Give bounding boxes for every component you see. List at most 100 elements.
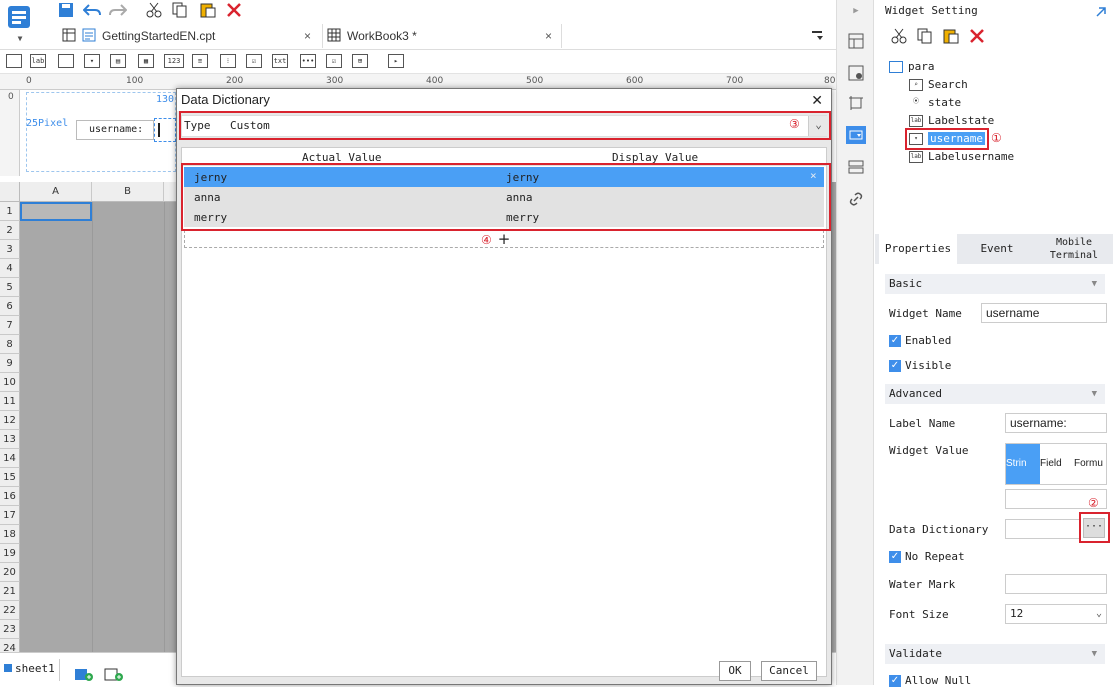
- tree-node-labelstate[interactable]: lab Labelstate: [909, 114, 994, 127]
- row-header[interactable]: 22: [0, 601, 20, 620]
- date-widget-icon[interactable]: ▤: [110, 54, 126, 68]
- save-icon[interactable]: [56, 0, 76, 20]
- type-formula-button[interactable]: Formu: [1074, 444, 1108, 484]
- row-header[interactable]: 24: [0, 639, 20, 652]
- row-header[interactable]: 5: [0, 278, 20, 297]
- visible-checkbox[interactable]: ✓ Visible: [889, 359, 951, 372]
- tab-workbook3[interactable]: WorkBook3 * ×: [322, 24, 562, 48]
- close-tab-icon[interactable]: ×: [304, 29, 311, 43]
- redo-icon[interactable]: [108, 0, 128, 20]
- label-name-input[interactable]: username:: [1005, 413, 1107, 433]
- enabled-checkbox[interactable]: ✓ Enabled: [889, 334, 951, 347]
- selected-cell-a1[interactable]: [20, 202, 92, 221]
- tab-gettingstarted[interactable]: GettingStartedEN.cpt ×: [62, 24, 322, 48]
- more-widget-icon[interactable]: ▸: [388, 54, 404, 68]
- calendar-widget-icon[interactable]: ▦: [138, 54, 154, 68]
- add-dashboard-sheet-icon[interactable]: [104, 665, 124, 685]
- hyperlink-icon[interactable]: [846, 190, 866, 208]
- close-tab-icon[interactable]: ×: [545, 29, 552, 43]
- collapse-arrow-icon[interactable]: ▶: [846, 2, 866, 20]
- section-basic[interactable]: Basic ▼: [885, 274, 1105, 294]
- tree-widget-icon[interactable]: ⊞: [352, 54, 368, 68]
- chart-settings-icon[interactable]: [846, 64, 866, 82]
- cancel-button[interactable]: Cancel: [761, 661, 817, 681]
- column-header[interactable]: A: [20, 182, 92, 202]
- label-widget-icon[interactable]: lab: [30, 54, 46, 68]
- row-header[interactable]: 20: [0, 563, 20, 582]
- condition-attribute-icon[interactable]: [846, 158, 866, 176]
- add-report-sheet-icon[interactable]: [74, 665, 94, 685]
- tree-node-search[interactable]: ⌕ Search: [909, 78, 968, 91]
- layout-icon[interactable]: [846, 32, 866, 50]
- username-label-widget[interactable]: username:: [76, 120, 154, 140]
- app-logo-icon[interactable]: [6, 4, 32, 30]
- close-icon[interactable]: ✕: [811, 89, 823, 111]
- allow-null-checkbox[interactable]: ✓ Allow Null: [889, 674, 971, 687]
- copy-icon[interactable]: [170, 0, 190, 20]
- row-header[interactable]: 19: [0, 544, 20, 563]
- button-widget-icon[interactable]: [58, 54, 74, 68]
- row-header[interactable]: 2: [0, 221, 20, 240]
- password-widget-icon[interactable]: •••: [300, 54, 316, 68]
- row-header[interactable]: 4: [0, 259, 20, 278]
- font-size-select[interactable]: 12 ⌄: [1005, 604, 1107, 624]
- widget-cut-icon[interactable]: [889, 26, 909, 46]
- radiogroup-widget-icon[interactable]: ⁝: [220, 54, 236, 68]
- type-string-button[interactable]: Strin: [1006, 444, 1040, 484]
- section-validate[interactable]: Validate ▼: [885, 644, 1105, 664]
- row-header[interactable]: 12: [0, 411, 20, 430]
- row-header[interactable]: 3: [0, 240, 20, 259]
- row-header[interactable]: 21: [0, 582, 20, 601]
- row-header[interactable]: 10: [0, 373, 20, 392]
- checkboxgroup-widget-icon[interactable]: ☑: [246, 54, 262, 68]
- row-header[interactable]: 1: [0, 202, 20, 221]
- row-header[interactable]: 13: [0, 430, 20, 449]
- widget-paste-icon[interactable]: [941, 26, 961, 46]
- logo-dropdown-icon[interactable]: ▼: [14, 32, 26, 44]
- no-repeat-checkbox[interactable]: ✓ No Repeat: [889, 550, 965, 563]
- ok-button[interactable]: OK: [719, 661, 751, 681]
- cut-icon[interactable]: [144, 0, 164, 20]
- undo-icon[interactable]: [82, 0, 102, 20]
- tree-node-state[interactable]: ⦿ state: [909, 96, 961, 109]
- water-mark-input[interactable]: [1005, 574, 1107, 594]
- section-advanced[interactable]: Advanced ▼: [885, 384, 1105, 404]
- combobox-widget-icon[interactable]: ▾: [84, 54, 100, 68]
- column-header[interactable]: [164, 182, 176, 202]
- widget-copy-icon[interactable]: [915, 26, 935, 46]
- row-header[interactable]: 23: [0, 620, 20, 639]
- row-header[interactable]: 18: [0, 525, 20, 544]
- row-header[interactable]: 14: [0, 449, 20, 468]
- widget-name-input[interactable]: username: [981, 303, 1107, 323]
- row-header[interactable]: 11: [0, 392, 20, 411]
- panel-pin-icon[interactable]: [1091, 2, 1111, 22]
- tab-properties[interactable]: Properties: [879, 234, 957, 264]
- delete-icon[interactable]: [224, 0, 244, 20]
- add-row-button[interactable]: +: [184, 230, 824, 248]
- tree-node-labelusername[interactable]: lab Labelusername: [909, 150, 1014, 163]
- number-widget-icon[interactable]: 123: [164, 54, 184, 68]
- text-widget-icon[interactable]: txt: [272, 54, 288, 68]
- tree-node-para[interactable]: para: [889, 60, 935, 73]
- widget-setting-icon[interactable]: [846, 126, 866, 144]
- column-header[interactable]: B: [92, 182, 164, 202]
- checkbox-widget-icon[interactable]: ☑: [326, 54, 342, 68]
- row-header[interactable]: 7: [0, 316, 20, 335]
- tab-mobile-terminal[interactable]: Mobile Terminal: [1039, 236, 1109, 264]
- row-header[interactable]: 8: [0, 335, 20, 354]
- cell-attribute-icon[interactable]: [846, 94, 866, 112]
- tab-event[interactable]: Event: [965, 234, 1029, 264]
- tab-menu-icon[interactable]: [808, 26, 828, 46]
- row-header[interactable]: 9: [0, 354, 20, 373]
- sheet-tab-sheet1[interactable]: sheet1: [0, 659, 60, 681]
- textarea-widget-icon[interactable]: ≡: [192, 54, 208, 68]
- row-header[interactable]: 17: [0, 506, 20, 525]
- widget-delete-icon[interactable]: [967, 26, 987, 46]
- textbox-widget-icon[interactable]: [6, 54, 22, 68]
- row-header[interactable]: 15: [0, 468, 20, 487]
- username-combobox-widget[interactable]: [154, 118, 176, 142]
- paste-icon[interactable]: [198, 0, 218, 20]
- select-all-corner[interactable]: [0, 182, 20, 202]
- type-field-button[interactable]: Field: [1040, 444, 1074, 484]
- row-header[interactable]: 16: [0, 487, 20, 506]
